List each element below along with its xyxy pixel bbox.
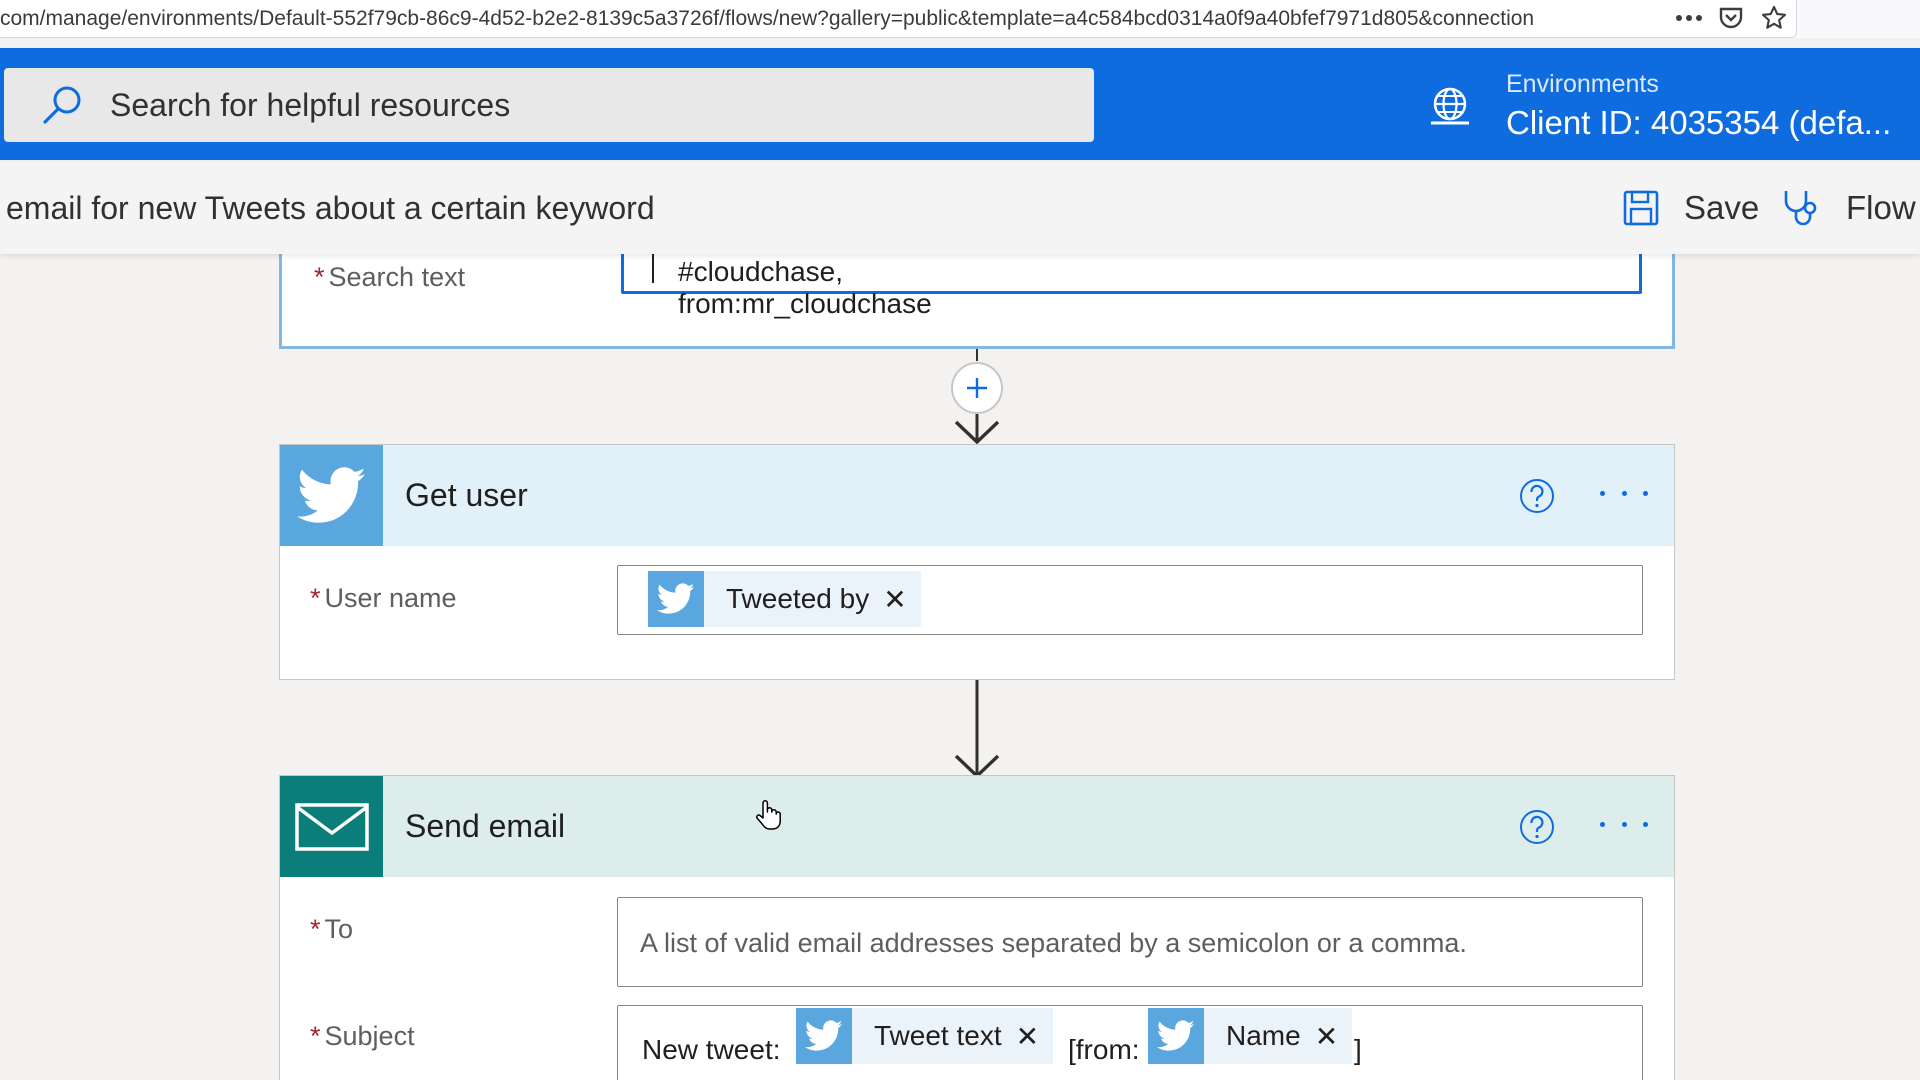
more-options-icon[interactable] — [1594, 806, 1654, 842]
dynamic-content-token[interactable]: Tweet text ✕ — [796, 1008, 1054, 1064]
remove-token-icon[interactable]: ✕ — [1315, 1020, 1338, 1053]
down-arrow-icon — [954, 414, 1000, 444]
page-actions-more-icon[interactable] — [1672, 2, 1706, 34]
search-text-label: * Search text — [314, 262, 466, 292]
subject-suffix-text: ] — [1354, 1034, 1362, 1065]
save-label: Save — [1684, 189, 1760, 226]
text-caret — [652, 254, 654, 283]
bookmark-star-icon[interactable] — [1757, 2, 1791, 34]
send-email-title[interactable]: Send email — [405, 808, 565, 845]
help-icon[interactable] — [1518, 477, 1556, 515]
url-fade — [1600, 0, 1670, 36]
resource-search-box[interactable]: Search for helpful resources — [4, 68, 1094, 142]
twitter-logo-icon — [648, 571, 704, 627]
twitter-logo-icon — [1148, 1008, 1204, 1064]
hand-cursor-icon — [756, 800, 781, 830]
send-email-card[interactable]: Send email * To A list of valid email add… — [279, 775, 1675, 1080]
more-options-icon[interactable] — [1594, 475, 1654, 511]
save-button[interactable]: Save — [1622, 186, 1759, 230]
flow-canvas: * Search text #cloudchase, from:mr_cloudc… — [0, 254, 1920, 1080]
environment-label: Environments — [1506, 70, 1659, 98]
to-input[interactable]: A list of valid email addresses separate… — [617, 897, 1643, 987]
token-label: Name — [1226, 1020, 1301, 1051]
dynamic-content-token[interactable]: Tweeted by ✕ — [648, 571, 921, 627]
insert-step-button[interactable] — [951, 362, 1003, 414]
globe-icon[interactable] — [1425, 81, 1475, 131]
search-text-value: #cloudchase, from:mr_cloudchase — [651, 254, 932, 319]
app-header: Search for helpful resources Environment… — [0, 48, 1920, 160]
get-user-title[interactable]: Get user — [405, 477, 528, 514]
remove-token-icon[interactable]: ✕ — [883, 583, 906, 616]
subject-middle-text: [from: — [1068, 1034, 1140, 1065]
get-user-card[interactable]: Get user * User name Tweeted by ✕ — [279, 444, 1675, 680]
send-email-header[interactable]: Send email — [280, 776, 1674, 877]
user-name-input[interactable]: Tweeted by ✕ — [617, 565, 1643, 635]
twitter-logo-icon — [796, 1008, 852, 1064]
browser-toolbar: com/manage/environments/Default-552f79cb… — [0, 0, 1920, 38]
subject-label: * Subject — [310, 1021, 415, 1051]
url-text[interactable]: com/manage/environments/Default-552f79cb… — [0, 7, 1660, 31]
search-text-input[interactable]: #cloudchase, from:mr_cloudchase — [621, 254, 1642, 319]
subject-input[interactable]: New tweet: Tweet text ✕ [from: Name ✕ ] — [617, 1005, 1643, 1080]
flow-title[interactable]: email for new Tweets about a certain key… — [6, 190, 655, 227]
to-placeholder: A list of valid email addresses separate… — [640, 928, 1467, 958]
remove-token-icon[interactable]: ✕ — [1016, 1020, 1039, 1053]
token-label: Tweet text — [874, 1020, 1002, 1051]
command-bar: email for new Tweets about a certain key… — [0, 162, 1920, 254]
to-label: * To — [310, 914, 354, 944]
flow-checker-label: Flow c — [1846, 189, 1920, 226]
user-name-label: * User name — [310, 583, 457, 613]
envelope-icon — [280, 776, 383, 877]
environment-selector[interactable]: Client ID: 4035354 (defa... — [1506, 104, 1891, 142]
twitter-logo-icon — [280, 445, 383, 546]
dynamic-content-token[interactable]: Name ✕ — [1148, 1008, 1353, 1064]
pocket-icon[interactable] — [1714, 2, 1748, 34]
help-icon[interactable] — [1518, 808, 1556, 846]
plus-icon — [967, 378, 987, 398]
search-icon — [43, 86, 81, 124]
get-user-header[interactable]: Get user — [280, 445, 1674, 546]
subject-prefix-text: New tweet: — [642, 1034, 781, 1065]
search-placeholder: Search for helpful resources — [110, 86, 511, 123]
address-bar[interactable]: com/manage/environments/Default-552f79cb… — [0, 0, 1797, 38]
connector-line — [976, 349, 978, 361]
save-icon — [1623, 190, 1659, 226]
token-label: Tweeted by — [726, 583, 870, 614]
stethoscope-icon — [1784, 191, 1817, 226]
down-arrow-icon — [954, 680, 1000, 778]
trigger-card[interactable]: * Search text #cloudchase, from:mr_cloudc… — [279, 254, 1675, 349]
flow-checker-button[interactable]: Flow c — [1780, 186, 1920, 230]
